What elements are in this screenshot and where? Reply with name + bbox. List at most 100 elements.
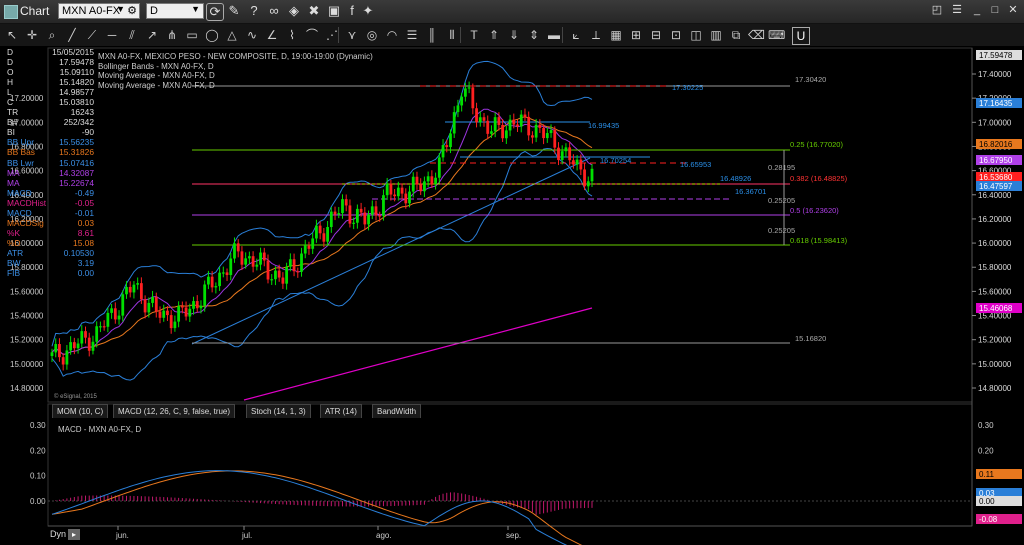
split-icon[interactable]: ◫ <box>688 27 704 43</box>
candle-body <box>333 211 337 215</box>
fast-forward-icon[interactable]: ▸ <box>68 529 80 540</box>
candle-body <box>504 130 508 139</box>
curve-icon[interactable]: ⌒ <box>304 27 320 43</box>
arrow-up-icon[interactable]: ⇑ <box>486 27 502 43</box>
minimize-icon[interactable]: _ <box>968 2 986 18</box>
candle-body <box>311 238 315 249</box>
grid-icon[interactable]: ▦ <box>608 27 624 43</box>
candle-body <box>292 259 296 272</box>
channel-icon[interactable]: ⫽ <box>124 27 140 43</box>
angle-icon[interactable]: ∠ <box>264 27 280 43</box>
tab-bandwidth[interactable]: BandWidth <box>372 404 422 418</box>
tag-icon[interactable]: ◈ <box>286 3 302 19</box>
candle-body <box>117 315 121 320</box>
gear-icon[interactable]: ⚙ <box>127 4 137 17</box>
candle-body <box>478 117 482 123</box>
data-window-row: BB Upr 15.56235 <box>0 137 96 147</box>
layout-icon[interactable]: ▣ <box>326 3 342 19</box>
macd-title: MACD - MXN A0-FX, D <box>58 425 141 434</box>
arrow-down-icon[interactable]: ⇓ <box>506 27 522 43</box>
candle-body <box>95 326 99 342</box>
box-icon[interactable]: ⊡ <box>668 27 684 43</box>
time-mode[interactable]: Dyn <box>50 529 66 539</box>
restore-icon[interactable]: ◰ <box>928 2 946 18</box>
tab-stoch[interactable]: Stoch (14, 1, 3) <box>246 404 311 418</box>
ray-icon[interactable]: ⟋ <box>84 27 100 43</box>
interval-input[interactable]: D ▼ <box>146 3 204 19</box>
data-window-value: -0.49 <box>74 187 94 198</box>
zoom-icon[interactable]: ⌕ <box>44 27 60 43</box>
candle-body <box>419 184 423 192</box>
data-window-row: MA 14.32087 <box>0 168 96 178</box>
chart-annotation: 0.28195 <box>768 163 795 172</box>
chart-canvas[interactable]: 17.4000017.2000017.0000016.8000016.60000… <box>0 46 1024 545</box>
fib-ext-icon[interactable]: ⦀ <box>444 27 460 43</box>
ruler-icon[interactable]: ⟂ <box>588 27 604 43</box>
fib-retracement-icon[interactable]: ☰ <box>404 27 420 43</box>
trendline-icon[interactable]: ╱ <box>64 27 80 43</box>
crosshair-icon[interactable]: ✛ <box>24 27 40 43</box>
candle-body <box>527 116 531 136</box>
data-window-value: -0.05 <box>74 197 94 208</box>
macd-tick-left: 0.20 <box>30 446 46 455</box>
tab-atr[interactable]: ATR (14) <box>320 404 362 418</box>
snap-icon[interactable]: U <box>792 27 810 45</box>
help-icon[interactable]: ? <box>246 3 262 19</box>
candle-body <box>188 308 192 317</box>
overlay-icon[interactable]: ⧉ <box>728 27 744 43</box>
columns-icon[interactable]: ▥ <box>708 27 724 43</box>
data-window-label: %D <box>7 237 21 248</box>
list-icon[interactable]: ☰ <box>948 2 966 18</box>
candle-body <box>449 133 452 148</box>
measure-icon[interactable]: ⟀ <box>568 27 584 43</box>
twitter-icon[interactable]: ✦ <box>360 3 376 19</box>
marker-icon[interactable]: ⇕ <box>526 27 542 43</box>
symbol-input[interactable]: MXN A0-FX ▼ ⚙ <box>58 3 140 19</box>
data-window-label: %K <box>7 227 21 238</box>
chevron-down-icon[interactable]: ▼ <box>191 4 200 14</box>
candle-body <box>534 124 538 138</box>
label-icon[interactable]: ▬ <box>546 27 562 43</box>
candle-body <box>69 342 73 351</box>
triangle-icon[interactable]: △ <box>224 27 240 43</box>
refresh-icon[interactable]: ⟳ <box>206 3 224 21</box>
link-icon[interactable]: ∞ <box>266 3 282 19</box>
wave-icon[interactable]: ∿ <box>244 27 260 43</box>
pencil-icon[interactable]: ✎ <box>226 3 242 19</box>
cursor-icon[interactable]: ↖ <box>4 27 20 43</box>
chevron-down-icon[interactable]: ▼ <box>116 4 125 14</box>
data-window-label: BI <box>7 127 15 138</box>
fib-fan-icon[interactable]: ⋎ <box>344 27 360 43</box>
chart-annotation: 0.382 (16.48825) <box>790 174 848 183</box>
candle-body <box>411 176 415 192</box>
data-window-value: 15.22674 <box>59 177 94 188</box>
arrow-icon[interactable]: ↗ <box>144 27 160 43</box>
hline-icon[interactable]: ─ <box>104 27 120 43</box>
facebook-icon[interactable]: f <box>344 3 360 19</box>
candle-body <box>486 120 490 134</box>
range-icon[interactable]: ⊞ <box>628 27 644 43</box>
left-price-tick-label: 15.40000 <box>10 312 44 321</box>
eraser-icon[interactable]: ⌫ <box>748 27 765 43</box>
keyboard-icon[interactable]: ⌨ <box>768 27 785 43</box>
text-icon[interactable]: T <box>466 27 482 43</box>
maximize-icon[interactable]: □ <box>986 2 1004 18</box>
fib-arc-icon[interactable]: ◠ <box>384 27 400 43</box>
candle-body <box>154 296 158 312</box>
fib-circle-icon[interactable]: ◎ <box>364 27 380 43</box>
path-icon[interactable]: ⌇ <box>284 27 300 43</box>
price-label: 17.59478 <box>979 51 1013 60</box>
close-icon[interactable]: ✕ <box>1004 2 1022 18</box>
tab-mom[interactable]: MOM (10, C) <box>52 404 109 418</box>
candle-body <box>210 276 214 288</box>
rectangle-icon[interactable]: ▭ <box>184 27 200 43</box>
pitchfork-icon[interactable]: ⋔ <box>164 27 180 43</box>
ellipse-icon[interactable]: ◯ <box>204 27 220 43</box>
wrench-icon[interactable]: ✖ <box>306 3 322 19</box>
candle-body <box>255 264 259 267</box>
tab-macd[interactable]: MACD (12, 26, C, 9, false, true) <box>113 404 236 418</box>
cycle-icon[interactable]: ⊟ <box>648 27 664 43</box>
fib-time-icon[interactable]: ║ <box>424 27 440 43</box>
data-window-row: BW 3.19 <box>0 258 96 268</box>
candle-body <box>99 326 102 328</box>
